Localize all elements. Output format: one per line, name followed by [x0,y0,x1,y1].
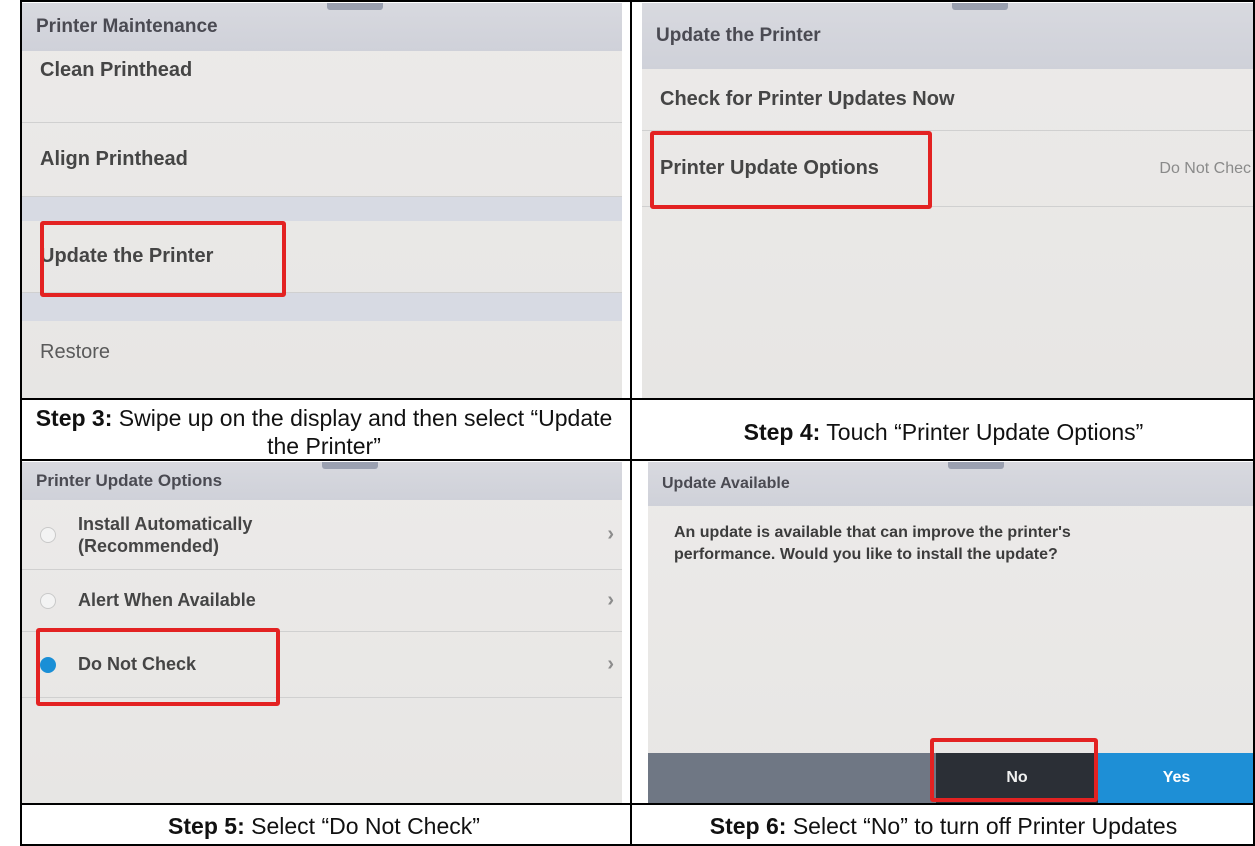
table-border [20,803,1255,805]
radio-button[interactable] [40,526,56,543]
radio-button[interactable] [40,592,56,609]
screen-title: Update the Printer [642,3,1255,69]
caption-step-label: Step 5: [168,813,245,839]
printer-screen: Printer Update Options Install Automatic… [22,462,622,803]
chevron-right-icon: › [607,653,614,675]
caption-step-4: Step 4: Touch “Printer Update Options” [632,418,1255,446]
swipe-handle[interactable] [322,462,378,469]
swipe-handle[interactable] [327,3,383,10]
caption-step-label: Step 3: [35,405,113,431]
highlight-box [36,628,280,706]
swipe-handle[interactable] [952,3,1008,10]
screen-title: Printer Maintenance [22,3,622,51]
chevron-right-icon: › [607,589,614,611]
highlight-box [40,221,286,297]
panel-step-4: Update the Printer Check for Printer Upd… [642,3,1255,398]
caption-step-3: Step 3: Swipe up on the display and then… [24,404,624,460]
printer-screen: Update Available An update is available … [648,462,1255,803]
menu-item-clean-printhead[interactable]: Clean Printhead [22,51,622,123]
table-border [20,0,1255,2]
caption-text: Touch “Printer Update Options” [820,419,1144,445]
screen-title-text: Printer Maintenance [36,16,218,37]
swipe-handle[interactable] [948,462,1004,469]
option-install-automatically[interactable]: Install Automatically (Recommended) › [22,500,622,570]
caption-step-5: Step 5: Select “Do Not Check” [24,812,624,840]
screen-title-text: Printer Update Options [36,471,223,490]
table-border [630,0,632,846]
table-border [20,398,1255,400]
screen-title-text: Update the Printer [656,25,821,46]
yes-button[interactable]: Yes [1098,753,1255,803]
panel-step-5: Printer Update Options Install Automatic… [22,462,622,803]
highlight-box [650,131,932,209]
option-alert-when-available[interactable]: Alert When Available › [22,570,622,632]
panel-step-6: Update Available An update is available … [648,462,1255,803]
highlight-box [930,738,1098,802]
caption-text: Select “No” to turn off Printer Updates [786,813,1178,839]
menu-item-align-printhead[interactable]: Align Printhead [22,123,622,197]
caption-text: Swipe up on the display and then select … [112,405,613,459]
printer-screen: Printer Maintenance Clean Printhead Alig… [22,3,622,398]
caption-step-label: Step 4: [743,419,821,445]
caption-step-label: Step 6: [709,813,787,839]
dialog-title-text: Update Available [662,475,790,492]
dialog-message: An update is available that can improve … [674,524,1071,563]
chevron-right-icon: › [607,523,614,545]
printer-screen: Update the Printer Check for Printer Upd… [642,3,1255,398]
menu-separator [22,293,622,321]
instruction-grid: Printer Maintenance Clean Printhead Alig… [0,0,1255,846]
menu-separator [22,197,622,221]
caption-text: Select “Do Not Check” [244,813,480,839]
menu-item-check-updates[interactable]: Check for Printer Updates Now [642,69,1255,131]
table-border [20,0,22,846]
table-border [20,459,1255,461]
panel-step-3: Printer Maintenance Clean Printhead Alig… [22,3,622,398]
menu-item-restore[interactable]: Restore [22,321,622,383]
current-option-value: Do Not Chec [1159,159,1251,177]
caption-step-6: Step 6: Select “No” to turn off Printer … [632,812,1255,840]
